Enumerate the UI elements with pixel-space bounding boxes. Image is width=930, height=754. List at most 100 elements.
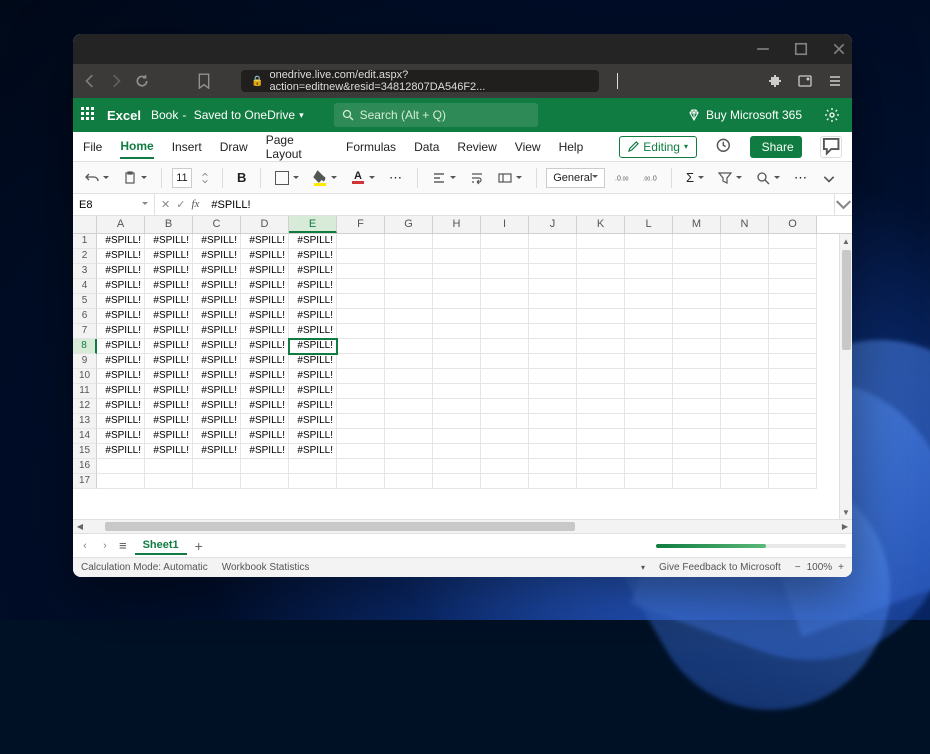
cell[interactable] bbox=[769, 429, 817, 444]
align-button[interactable] bbox=[428, 167, 460, 189]
cell[interactable] bbox=[481, 399, 529, 414]
cell[interactable]: #SPILL! bbox=[97, 309, 145, 324]
cell[interactable] bbox=[481, 384, 529, 399]
cell[interactable] bbox=[433, 339, 481, 354]
cell[interactable] bbox=[337, 459, 385, 474]
cell[interactable]: #SPILL! bbox=[145, 384, 193, 399]
cell[interactable] bbox=[193, 474, 241, 489]
row-header[interactable]: 16 bbox=[73, 459, 97, 474]
cell[interactable] bbox=[673, 369, 721, 384]
cell[interactable] bbox=[385, 339, 433, 354]
cell[interactable] bbox=[721, 459, 769, 474]
collapse-ribbon-button[interactable] bbox=[818, 167, 840, 189]
row-header[interactable]: 11 bbox=[73, 384, 97, 399]
expand-formula-bar-button[interactable] bbox=[834, 194, 852, 215]
cell[interactable]: #SPILL! bbox=[193, 279, 241, 294]
cell[interactable]: #SPILL! bbox=[241, 249, 289, 264]
find-button[interactable] bbox=[752, 167, 784, 189]
horizontal-scrollbar[interactable]: ◀ ▶ bbox=[73, 519, 852, 533]
cell[interactable]: #SPILL! bbox=[241, 234, 289, 249]
cell[interactable] bbox=[721, 324, 769, 339]
cell[interactable] bbox=[529, 384, 577, 399]
cell[interactable]: #SPILL! bbox=[241, 414, 289, 429]
calc-mode-label[interactable]: Calculation Mode: Automatic bbox=[81, 562, 208, 573]
row-header[interactable]: 17 bbox=[73, 474, 97, 489]
cell[interactable] bbox=[385, 309, 433, 324]
cell[interactable] bbox=[385, 324, 433, 339]
cell[interactable] bbox=[625, 264, 673, 279]
column-header[interactable]: B bbox=[145, 216, 193, 233]
column-header[interactable]: L bbox=[625, 216, 673, 233]
back-button[interactable] bbox=[83, 74, 97, 88]
grid-rows[interactable]: 1#SPILL!#SPILL!#SPILL!#SPILL!#SPILL!2#SP… bbox=[73, 234, 852, 519]
scroll-up-arrow[interactable]: ▲ bbox=[840, 234, 852, 248]
cell[interactable] bbox=[625, 369, 673, 384]
autosum-button[interactable]: Σ bbox=[682, 167, 708, 189]
cell[interactable] bbox=[481, 279, 529, 294]
cell[interactable]: #SPILL! bbox=[97, 399, 145, 414]
cell[interactable] bbox=[433, 279, 481, 294]
cell[interactable] bbox=[625, 399, 673, 414]
version-history-button[interactable] bbox=[715, 137, 732, 157]
scroll-right-arrow[interactable]: ▶ bbox=[838, 522, 852, 531]
row-header[interactable]: 7 bbox=[73, 324, 97, 339]
cell[interactable]: #SPILL! bbox=[145, 354, 193, 369]
feedback-link[interactable]: Give Feedback to Microsoft bbox=[659, 562, 781, 573]
cell[interactable] bbox=[337, 474, 385, 489]
hscroll-thumb[interactable] bbox=[105, 522, 575, 531]
cell[interactable] bbox=[625, 309, 673, 324]
cell[interactable] bbox=[769, 414, 817, 429]
cell[interactable] bbox=[577, 249, 625, 264]
sheet-tab[interactable]: Sheet1 bbox=[135, 537, 187, 555]
cell[interactable] bbox=[769, 384, 817, 399]
font-size-dropdown[interactable] bbox=[198, 167, 212, 189]
cell[interactable] bbox=[433, 414, 481, 429]
column-header[interactable]: K bbox=[577, 216, 625, 233]
cell[interactable] bbox=[337, 339, 385, 354]
column-header[interactable]: H bbox=[433, 216, 481, 233]
cell[interactable] bbox=[625, 279, 673, 294]
cell[interactable]: #SPILL! bbox=[193, 339, 241, 354]
paste-button[interactable] bbox=[119, 167, 151, 189]
cell[interactable]: #SPILL! bbox=[97, 369, 145, 384]
install-pwa-icon[interactable] bbox=[798, 74, 812, 88]
cell[interactable]: #SPILL! bbox=[289, 309, 337, 324]
cell[interactable] bbox=[337, 309, 385, 324]
app-launcher-icon[interactable] bbox=[81, 107, 97, 123]
cell[interactable]: #SPILL! bbox=[241, 324, 289, 339]
cell[interactable]: #SPILL! bbox=[193, 429, 241, 444]
tab-insert[interactable]: Insert bbox=[172, 136, 202, 158]
cell[interactable]: #SPILL! bbox=[193, 399, 241, 414]
cell[interactable] bbox=[529, 294, 577, 309]
cell[interactable] bbox=[529, 234, 577, 249]
menu-icon[interactable] bbox=[828, 74, 842, 88]
cell[interactable]: #SPILL! bbox=[193, 384, 241, 399]
cell[interactable]: #SPILL! bbox=[193, 414, 241, 429]
cell[interactable] bbox=[673, 384, 721, 399]
cell[interactable]: #SPILL! bbox=[97, 384, 145, 399]
tab-formulas[interactable]: Formulas bbox=[346, 136, 396, 158]
row-header[interactable]: 15 bbox=[73, 444, 97, 459]
vertical-scrollbar[interactable]: ▲ ▼ bbox=[839, 234, 852, 519]
bookmark-icon[interactable] bbox=[197, 74, 211, 88]
tab-page-layout[interactable]: Page Layout bbox=[266, 129, 328, 165]
cell[interactable] bbox=[481, 369, 529, 384]
next-sheet-button[interactable]: › bbox=[99, 540, 111, 552]
row-header[interactable]: 5 bbox=[73, 294, 97, 309]
cell[interactable] bbox=[529, 279, 577, 294]
cell[interactable] bbox=[385, 249, 433, 264]
cell[interactable]: #SPILL! bbox=[145, 324, 193, 339]
cell[interactable] bbox=[337, 234, 385, 249]
extensions-icon[interactable] bbox=[768, 74, 782, 88]
cell[interactable]: #SPILL! bbox=[289, 249, 337, 264]
cell[interactable] bbox=[721, 444, 769, 459]
select-all-corner[interactable] bbox=[73, 216, 97, 233]
cell[interactable]: #SPILL! bbox=[289, 234, 337, 249]
borders-button[interactable] bbox=[271, 167, 303, 189]
cell[interactable] bbox=[625, 249, 673, 264]
cell[interactable] bbox=[577, 339, 625, 354]
cell[interactable]: #SPILL! bbox=[97, 339, 145, 354]
cell[interactable] bbox=[721, 474, 769, 489]
cell[interactable] bbox=[721, 279, 769, 294]
cell[interactable] bbox=[673, 234, 721, 249]
